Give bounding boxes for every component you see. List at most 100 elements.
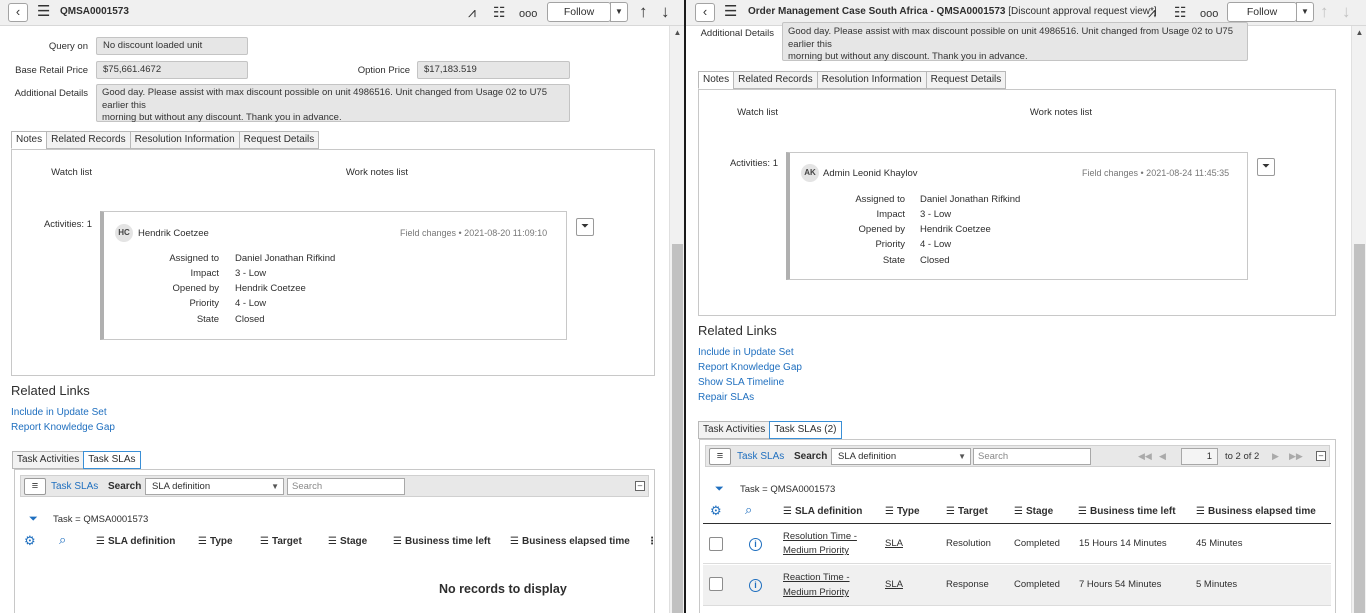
next-page-icon[interactable]: ▶	[1272, 451, 1279, 462]
tab-request-details[interactable]: Request Details	[238, 131, 320, 149]
link-report-knowledge-gap[interactable]: Report Knowledge Gap	[11, 422, 115, 433]
more-options-icon[interactable]: ooo	[519, 6, 537, 22]
search-icon[interactable]: ⌕	[745, 502, 752, 518]
type-link[interactable]: SLA	[885, 538, 903, 549]
column-header-type[interactable]: ☰ Type	[198, 536, 233, 547]
search-field-select[interactable]: SLA definition ▼	[831, 448, 971, 465]
sla-definition-link[interactable]: Reaction Time -	[783, 572, 850, 583]
column-menu-icon[interactable]: ☰	[96, 536, 105, 547]
column-header-type[interactable]: ☰ Type	[885, 506, 920, 517]
sla-definition-link[interactable]: Resolution Time -	[783, 531, 857, 542]
list-menu-icon[interactable]: ≡	[709, 448, 731, 465]
additional-details-field[interactable]: Good day. Please assist with max discoun…	[96, 84, 570, 123]
first-page-icon[interactable]: ◀◀	[1138, 451, 1152, 462]
option-price-field[interactable]: $17,183.519	[417, 61, 570, 79]
type-link[interactable]: SLA	[885, 579, 903, 590]
table-row[interactable]: i Resolution Time - Medium Priority SLA …	[703, 524, 1331, 564]
link-repair-slas[interactable]: Repair SLAs	[698, 392, 754, 403]
column-menu-icon[interactable]: ☰	[260, 536, 269, 547]
column-menu-icon[interactable]: ☰	[783, 506, 792, 517]
base-retail-price-field[interactable]: $75,661.4672	[96, 61, 248, 79]
column-header-stage[interactable]: ☰ Stage	[1014, 506, 1053, 517]
vertical-scrollbar[interactable]: ▲	[669, 26, 684, 613]
column-header-business-elapsed-time[interactable]: ☰ Business elapsed time	[510, 536, 630, 547]
next-record-icon[interactable]: ↓	[661, 3, 670, 21]
column-menu-icon[interactable]: ☰	[393, 536, 402, 547]
list-search-input[interactable]: Search	[973, 448, 1091, 465]
personalize-form-icon[interactable]: ☷	[493, 4, 506, 20]
column-menu-icon[interactable]: ☰	[885, 506, 894, 517]
collapse-list-icon[interactable]: –	[635, 481, 645, 491]
link-report-knowledge-gap[interactable]: Report Knowledge Gap	[698, 362, 802, 373]
gear-icon[interactable]: ⚙	[24, 533, 36, 549]
link-include-in-update-set[interactable]: Include in Update Set	[698, 347, 794, 358]
column-menu-icon[interactable]: ☰	[510, 536, 519, 547]
tab-task-activities[interactable]: Task Activities	[12, 451, 84, 469]
column-menu-icon[interactable]: ☰	[1078, 506, 1087, 517]
info-icon[interactable]: i	[749, 538, 762, 551]
column-menu-icon[interactable]: ☰	[198, 536, 207, 547]
row-checkbox[interactable]	[709, 537, 723, 551]
tab-notes[interactable]: Notes	[698, 71, 734, 89]
sla-definition-link[interactable]: Medium Priority	[783, 545, 849, 556]
tab-resolution-information[interactable]: Resolution Information	[129, 131, 239, 149]
vertical-scrollbar[interactable]: ▲	[1351, 26, 1366, 613]
column-header-sla-definition[interactable]: ☰ SLA definition	[96, 536, 175, 547]
hamburger-menu-icon[interactable]: ☰	[724, 4, 737, 20]
column-header-business-elapsed-time[interactable]: ☰ Business elapsed time	[1196, 506, 1316, 517]
activity-stream-icon[interactable]: ⩘	[468, 4, 476, 20]
list-search-input[interactable]: Search	[287, 478, 405, 495]
sla-definition-link[interactable]: Medium Priority	[783, 587, 849, 598]
filter-funnel-icon[interactable]: ⏷	[715, 483, 724, 496]
link-show-sla-timeline[interactable]: Show SLA Timeline	[698, 377, 784, 388]
tab-resolution-information[interactable]: Resolution Information	[816, 71, 926, 89]
scroll-up-icon[interactable]: ▲	[1352, 26, 1366, 40]
column-header-business-time-left[interactable]: ☰ Business time left	[393, 536, 491, 547]
column-menu-icon[interactable]: ☰	[1196, 506, 1205, 517]
next-record-icon[interactable]: ↓	[1342, 3, 1351, 21]
tab-notes[interactable]: Notes	[11, 131, 47, 149]
activity-stream-icon[interactable]: ⩘	[1148, 4, 1156, 20]
tab-task-slas[interactable]: Task SLAs	[83, 451, 141, 469]
scroll-thumb[interactable]	[1354, 244, 1365, 613]
column-menu-icon[interactable]: ☰	[328, 536, 337, 547]
search-icon[interactable]: ⌕	[59, 532, 66, 548]
filter-funnel-icon[interactable]: ⏷	[29, 513, 38, 526]
follow-dropdown-icon[interactable]: ▼	[610, 2, 628, 22]
list-menu-icon[interactable]: ≡	[24, 478, 46, 495]
previous-record-icon[interactable]: ↑	[1320, 3, 1329, 21]
follow-button[interactable]: Follow	[1227, 2, 1297, 22]
breadcrumb[interactable]: Task = QMSA0001573	[740, 484, 835, 495]
hamburger-menu-icon[interactable]: ☰	[37, 4, 50, 20]
last-page-icon[interactable]: ▶▶	[1289, 451, 1303, 462]
scroll-up-icon[interactable]: ▲	[670, 26, 684, 40]
table-row[interactable]: i Reaction Time - Medium Priority SLA Re…	[703, 565, 1331, 606]
gear-icon[interactable]: ⚙	[710, 503, 722, 519]
breadcrumb[interactable]: Task = QMSA0001573	[53, 514, 148, 525]
tab-request-details[interactable]: Request Details	[925, 71, 1007, 89]
page-number-input[interactable]: 1	[1181, 448, 1218, 465]
column-header-target[interactable]: ☰ Target	[260, 536, 302, 547]
list-title[interactable]: Task SLAs	[737, 451, 784, 462]
column-menu-icon[interactable]: ☰	[1014, 506, 1023, 517]
tab-task-activities[interactable]: Task Activities	[698, 421, 770, 439]
row-checkbox[interactable]	[709, 577, 723, 591]
column-header-target[interactable]: ☰ Target	[946, 506, 988, 517]
additional-details-field[interactable]: Good day. Please assist with max discoun…	[782, 22, 1248, 62]
scroll-thumb[interactable]	[672, 244, 683, 613]
list-title[interactable]: Task SLAs	[51, 481, 98, 492]
follow-dropdown-icon[interactable]: ▼	[1296, 2, 1314, 22]
column-header-stage[interactable]: ☰ Stage	[328, 536, 367, 547]
info-icon[interactable]: i	[749, 579, 762, 592]
previous-page-icon[interactable]: ◀	[1159, 451, 1166, 462]
tab-related-records[interactable]: Related Records	[733, 71, 817, 89]
collapse-list-icon[interactable]: –	[1316, 451, 1326, 461]
more-options-icon[interactable]: ooo	[1200, 6, 1218, 22]
previous-record-icon[interactable]: ↑	[639, 3, 648, 21]
tab-related-records[interactable]: Related Records	[46, 131, 130, 149]
column-menu-icon[interactable]: ☰	[946, 506, 955, 517]
back-button[interactable]: ‹	[8, 3, 28, 22]
personalize-form-icon[interactable]: ☷	[1174, 4, 1187, 20]
tab-task-slas[interactable]: Task SLAs (2)	[769, 421, 842, 439]
activity-filter-icon[interactable]: ⏷	[576, 218, 594, 236]
